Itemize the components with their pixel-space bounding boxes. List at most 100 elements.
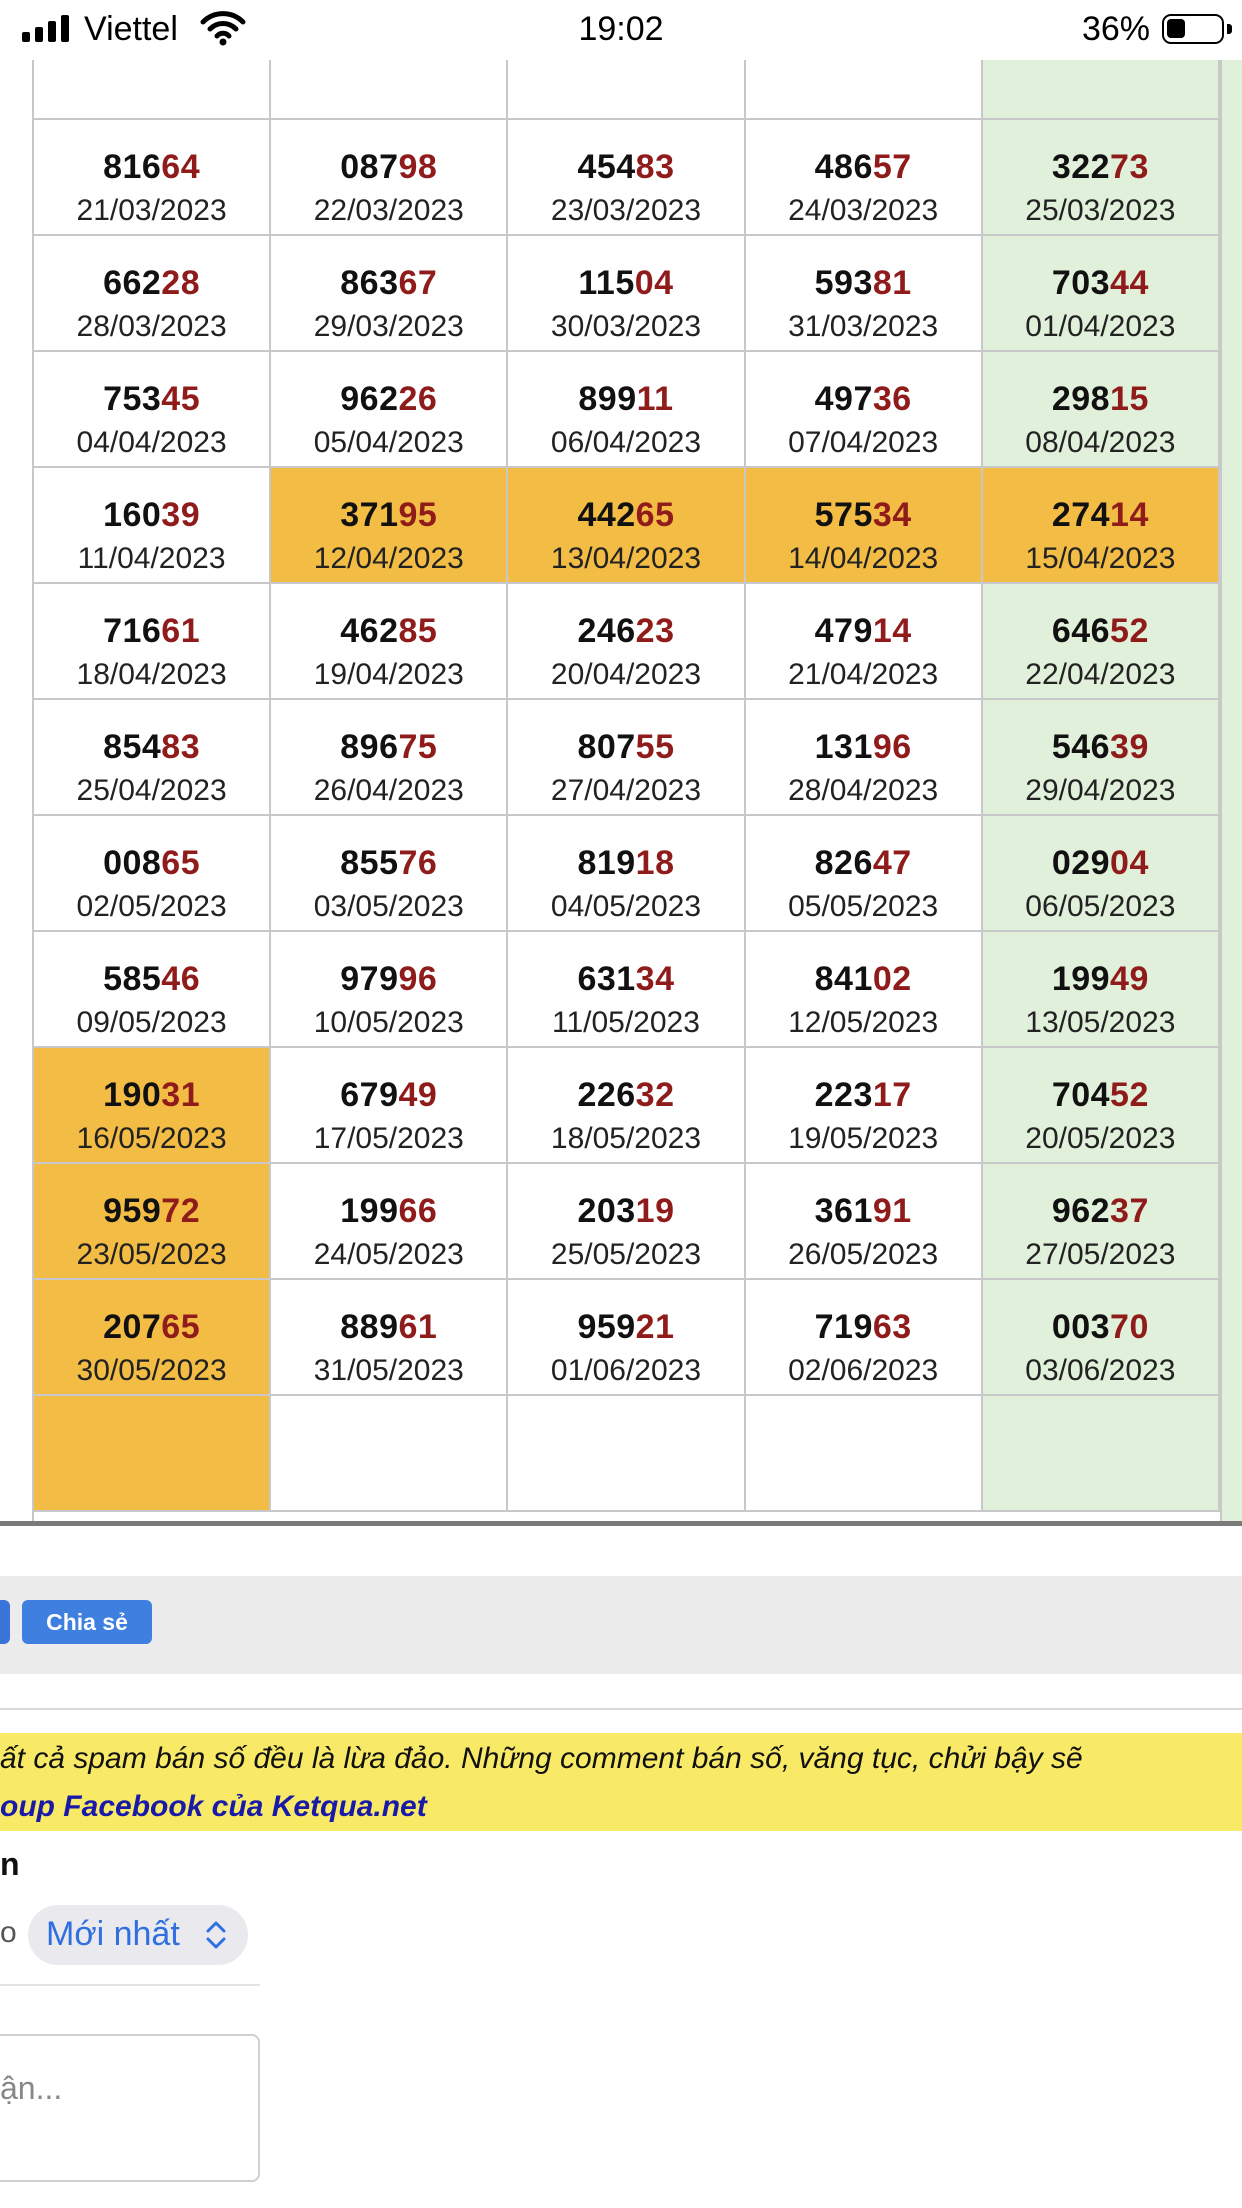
number-head: 462 [340, 612, 399, 650]
number-head: 679 [340, 1076, 399, 1114]
result-date: 11/04/2023 [77, 542, 226, 575]
result-number: 48657 [746, 148, 981, 186]
result-number: 89675 [271, 728, 506, 766]
number-tail: 73 [1110, 148, 1149, 186]
result-number: 46285 [271, 612, 506, 650]
result-date: 21/04/2023 [788, 658, 939, 691]
number-head: 662 [103, 264, 162, 302]
result-number: 66228 [34, 264, 269, 302]
result-cell: 18/03/2023 [982, 60, 1220, 120]
result-date: 20/05/2023 [1025, 1122, 1176, 1155]
result-cell: 89675 26/04/2023 [271, 700, 509, 816]
number-tail: 52 [1110, 1076, 1149, 1114]
number-head: 298 [1051, 380, 1111, 418]
result-date: 22/04/2023 [1025, 658, 1176, 691]
share-button[interactable]: Chia sẻ [22, 1600, 152, 1644]
result-number: 70452 [983, 1076, 1218, 1114]
result-date: 29/04/2023 [1025, 774, 1176, 807]
result-number: 16039 [34, 496, 269, 534]
result-date: 17/03/2023 [746, 60, 981, 66]
result-number: 22632 [508, 1076, 743, 1114]
result-cell: 20319 25/05/2023 [508, 1164, 746, 1280]
result-cell: 00865 02/05/2023 [34, 816, 272, 932]
number-head: 442 [577, 496, 636, 534]
result-date: 13/04/2023 [550, 542, 702, 575]
comments-heading: n [0, 1846, 20, 1882]
result-date: 15/04/2023 [1025, 542, 1176, 575]
number-tail: 17 [872, 1076, 912, 1114]
number-head: 226 [577, 1076, 636, 1114]
sort-select[interactable]: Mới nhất [28, 1905, 248, 1965]
result-cell: 46285 19/04/2023 [271, 584, 509, 700]
result-date: 24/05/2023 [313, 1238, 464, 1271]
result-date: 28/04/2023 [788, 774, 939, 807]
number-tail: 55 [635, 728, 675, 766]
number-head: 854 [103, 728, 162, 766]
result-cell: 85576 03/05/2023 [271, 816, 509, 932]
number-tail: 37 [1110, 1192, 1149, 1230]
result-date: 10/05/2023 [313, 1006, 464, 1039]
result-cell: 57534 14/04/2023 [745, 468, 983, 584]
number-head: 585 [103, 960, 162, 998]
result-cell: 00370 03/06/2023 [982, 1280, 1220, 1396]
number-head: 115 [578, 264, 635, 302]
result-date: 01/06/2023 [550, 1354, 702, 1387]
result-number: 95972 [34, 1192, 269, 1230]
number-head: 863 [340, 264, 399, 302]
result-number: 44265 [508, 496, 743, 534]
number-tail: 75 [398, 728, 438, 766]
result-date: 18/03/2023 [983, 60, 1218, 66]
result-date: 20/04/2023 [550, 658, 702, 691]
number-head: 274 [1051, 496, 1111, 534]
number-tail: 31 [161, 1076, 201, 1114]
result-date: 17/05/2023 [313, 1122, 464, 1155]
result-number: 85483 [34, 728, 269, 766]
number-head: 593 [814, 264, 873, 302]
offscreen-button[interactable] [0, 1600, 10, 1644]
number-head: 826 [814, 844, 873, 882]
number-tail: 61 [398, 1308, 438, 1346]
number-tail: 65 [161, 1308, 201, 1346]
result-date: 30/03/2023 [550, 310, 702, 343]
number-tail: 34 [635, 960, 675, 998]
result-cell: 71963 02/06/2023 [745, 1280, 983, 1396]
number-head: 703 [1051, 264, 1111, 302]
comment-input[interactable] [0, 2034, 260, 2182]
result-date: 24/03/2023 [788, 194, 939, 227]
result-number: 45483 [508, 148, 743, 186]
result-cell: 66228 28/03/2023 [34, 236, 272, 352]
result-number: 75345 [34, 380, 269, 418]
result-number: 58546 [34, 960, 269, 998]
result-number: 20765 [34, 1308, 269, 1346]
result-number: 11504 [508, 264, 743, 302]
result-date: 04/05/2023 [550, 890, 702, 923]
number-head: 190 [103, 1076, 162, 1114]
sort-divider [0, 1984, 260, 1986]
comment-placeholder: ận... [0, 2070, 63, 2106]
result-number: 19966 [271, 1192, 506, 1230]
number-tail: 32 [635, 1076, 675, 1114]
result-cell: 67949 17/05/2023 [271, 1048, 509, 1164]
number-tail: 04 [634, 264, 674, 302]
number-tail: 76 [398, 844, 438, 882]
facebook-group-link[interactable]: oup Facebook của Ketqua.net [0, 1787, 427, 1827]
result-date: 30/05/2023 [76, 1354, 227, 1387]
number-head: 087 [340, 148, 399, 186]
number-tail: 65 [635, 496, 675, 534]
result-date: 15/03/2023 [271, 60, 506, 66]
number-tail: 39 [1110, 728, 1149, 766]
result-cell: 63134 11/05/2023 [508, 932, 746, 1048]
result-cell: 86367 29/03/2023 [271, 236, 509, 352]
result-date: 02/05/2023 [76, 890, 227, 923]
number-tail: 19 [635, 1192, 675, 1230]
number-tail: 70 [1110, 1308, 1149, 1346]
result-cell: 36191 26/05/2023 [745, 1164, 983, 1280]
result-date: 27/05/2023 [1025, 1238, 1176, 1271]
result-date: 29/03/2023 [313, 310, 464, 343]
result-number: 02904 [983, 844, 1218, 882]
result-cell: 27414 15/04/2023 [982, 468, 1220, 584]
result-number: 82647 [746, 844, 981, 882]
result-cell [271, 1396, 509, 1512]
clock: 19:02 [578, 10, 664, 48]
result-cell: 19031 16/05/2023 [34, 1048, 272, 1164]
